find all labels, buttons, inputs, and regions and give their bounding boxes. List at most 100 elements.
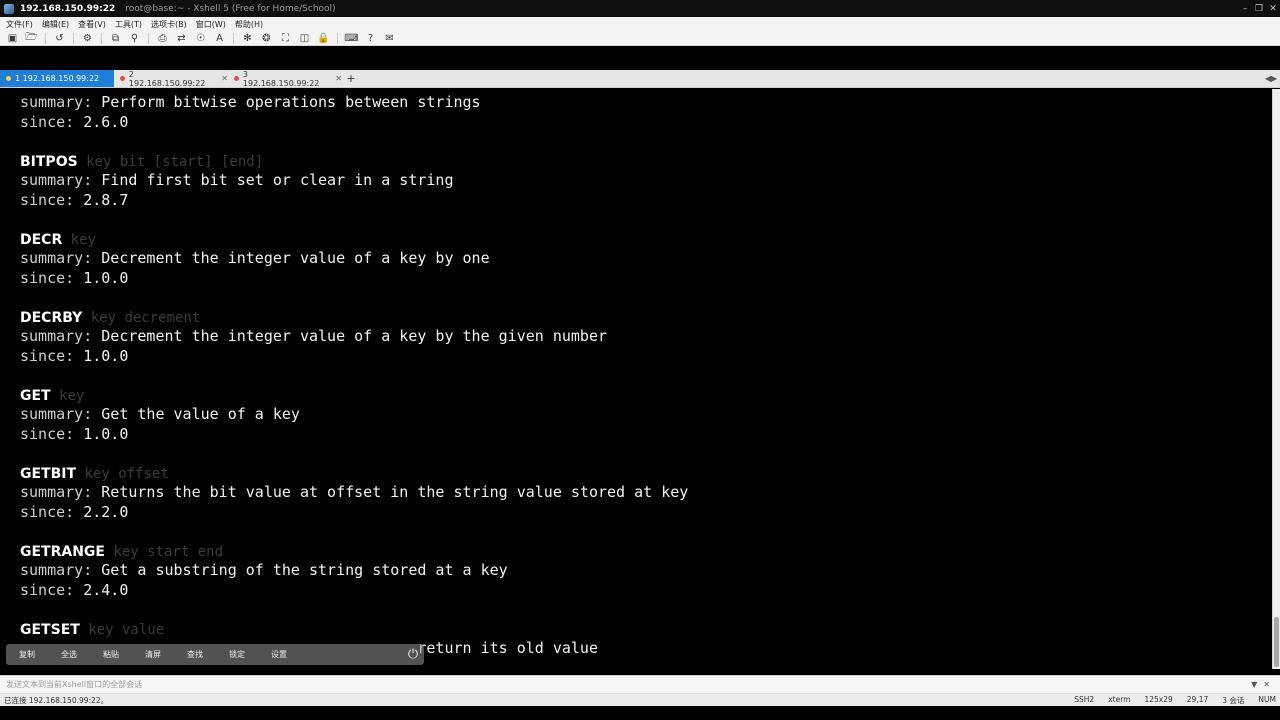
since-text: 2.6.0 — [74, 112, 129, 131]
tab-session-3[interactable]: 3 192.168.150.99:22 ✕ — [228, 69, 342, 88]
menu-bar: 文件(F) 编辑(E) 查看(V) 工具(T) 选项卡(B) 窗口(W) 帮助(… — [0, 17, 1280, 46]
tab-label: 3 192.168.150.99:22 — [242, 69, 320, 88]
summary-label: summary: — [20, 93, 93, 111]
command-name: GET — [20, 387, 51, 404]
scrollbar-thumb[interactable] — [1274, 617, 1279, 667]
transfer-icon[interactable]: ⇄ — [173, 32, 190, 45]
since-text: 2.2.0 — [74, 502, 129, 521]
connection-status: 已连接 192.168.150.99:22。 — [4, 695, 109, 705]
fullscreen-icon[interactable]: ⛶ — [277, 32, 294, 45]
tunnel-icon[interactable]: ❂ — [258, 32, 275, 45]
summary-label: summary: — [20, 405, 93, 423]
summary-text: Get a substring of the string stored at … — [92, 561, 508, 579]
summary-text: Returns the bit value at offset in the s… — [92, 483, 689, 501]
since-label: since: — [20, 190, 75, 209]
font-icon[interactable]: A — [211, 32, 228, 45]
quick-find-button[interactable]: 查找 — [174, 649, 216, 660]
minimize-icon[interactable]: – — [1238, 0, 1252, 17]
menu-tools[interactable]: 工具(T) — [115, 19, 142, 30]
since-text: 1.0.0 — [74, 268, 129, 287]
quick-copy-button[interactable]: 复制 — [6, 649, 48, 660]
session-status-icon — [6, 76, 11, 81]
window-title: root@base:~ - Xshell 5 (Free for Home/Sc… — [125, 3, 336, 14]
summary-text: Decrement the integer value of a key by … — [92, 327, 608, 345]
close-tab-icon[interactable]: ✕ — [335, 74, 342, 83]
new-session-icon[interactable]: ▣ — [4, 32, 21, 45]
since-label: since: — [20, 346, 75, 365]
tab-list-icon[interactable]: ◀▶ — [1262, 70, 1280, 87]
tab-session-1[interactable]: 1 192.168.150.99:22 — [0, 70, 114, 87]
summary-label: summary: — [20, 561, 93, 579]
summary-text: Find first bit set or clear in a string — [92, 171, 454, 189]
quick-command-bar: 复制 全选 粘贴 清屏 查找 锁定 设置 ⏻ — [6, 644, 424, 665]
quick-settings-button[interactable]: 设置 — [258, 649, 300, 660]
properties-icon[interactable]: ⚙ — [79, 32, 96, 45]
xftp-icon[interactable]: ✻ — [239, 32, 256, 45]
since-label: since: — [20, 580, 75, 599]
summary-text: Perform bitwise operations between strin… — [92, 93, 481, 111]
menu-tabs[interactable]: 选项卡(B) — [151, 19, 187, 30]
reconnect-icon[interactable]: ↺ — [51, 32, 68, 45]
keyboard-icon[interactable]: ⌨ — [343, 32, 360, 45]
toolbar-divider — [45, 33, 46, 44]
summary-label: summary: — [20, 249, 93, 267]
compose-close-icon[interactable]: ✕ — [1263, 680, 1270, 689]
compose-bar[interactable]: 发送文本到当前Xshell窗口的全部会话 ▼ ✕ — [0, 675, 1280, 693]
lock-icon[interactable]: 🔒 — [315, 32, 332, 45]
quick-paste-button[interactable]: 粘贴 — [90, 649, 132, 660]
close-icon[interactable]: ✕ — [1266, 0, 1280, 17]
command-name: GETBIT — [20, 465, 77, 482]
quick-lock-button[interactable]: 锁定 — [216, 649, 258, 660]
menu-view[interactable]: 查看(V) — [78, 19, 106, 30]
terminal-type-status: xterm — [1108, 694, 1131, 704]
terminal-scrollbar[interactable] — [1272, 89, 1280, 669]
menu-file[interactable]: 文件(F) — [6, 19, 33, 30]
close-tab-icon[interactable]: ✕ — [221, 74, 228, 83]
command-args: key — [50, 387, 85, 404]
since-label: since: — [20, 424, 75, 443]
open-folder-icon[interactable]: 🗁 — [23, 32, 40, 45]
compose-input[interactable]: 发送文本到当前Xshell窗口的全部会话 — [6, 679, 142, 690]
help-icon[interactable]: ? — [362, 32, 379, 45]
command-args: key — [62, 231, 96, 248]
restore-icon[interactable]: ❐ — [1252, 0, 1266, 17]
command-name: GETRANGE — [20, 543, 105, 560]
toolbar-divider — [148, 33, 149, 44]
status-bar: 已连接 192.168.150.99:22。 SSH2 xterm 125x29… — [0, 693, 1280, 706]
add-tab-icon[interactable]: + — [342, 70, 360, 87]
split-icon[interactable]: ◫ — [296, 32, 313, 45]
since-text: 1.0.0 — [74, 424, 129, 443]
globe-icon[interactable]: ☉ — [192, 32, 209, 45]
summary-label: summary: — [20, 483, 93, 501]
terminal-size-status: 125x29 — [1144, 694, 1173, 704]
chat-icon[interactable]: ✉ — [381, 32, 398, 45]
command-args: key bit [start] [end] — [77, 153, 264, 170]
quick-select-all-button[interactable]: 全选 — [48, 649, 90, 660]
summary-text: Get the value of a key — [92, 405, 300, 423]
command-args: key start end — [105, 543, 224, 560]
terminal-output[interactable]: summary: Perform bitwise operations betw… — [0, 89, 1272, 669]
find-icon[interactable]: ⚲ — [126, 32, 143, 45]
copy-icon[interactable]: ⧉ — [107, 32, 124, 45]
toolbar-divider — [233, 33, 234, 44]
toolbar-divider — [73, 33, 74, 44]
menu-help[interactable]: 帮助(H) — [235, 19, 263, 30]
command-args: key value — [79, 621, 165, 638]
cursor-position-status: 29,17 — [1186, 694, 1209, 704]
command-name: DECR — [20, 231, 63, 248]
power-icon[interactable]: ⏻ — [402, 647, 424, 662]
session-tab-bar: 1 192.168.150.99:22 2 192.168.150.99:22 … — [0, 70, 1280, 88]
since-text: 2.8.7 — [74, 190, 129, 209]
print-icon[interactable]: ⎙ — [154, 32, 171, 45]
menu-edit[interactable]: 编辑(E) — [42, 19, 69, 30]
since-text: 1.0.0 — [74, 346, 129, 365]
menu-window[interactable]: 窗口(W) — [196, 19, 226, 30]
compose-menu-icon[interactable]: ▼ — [1251, 680, 1257, 689]
title-bar: 192.168.150.99:22 root@base:~ - Xshell 5… — [0, 0, 1280, 17]
tab-label: 1 192.168.150.99:22 — [15, 74, 100, 83]
command-name: DECRBY — [20, 309, 83, 326]
xshell-app-icon — [4, 3, 14, 14]
tab-session-2[interactable]: 2 192.168.150.99:22 ✕ — [114, 70, 228, 88]
command-args: key offset — [76, 465, 169, 482]
quick-clear-button[interactable]: 清屏 — [132, 649, 174, 660]
